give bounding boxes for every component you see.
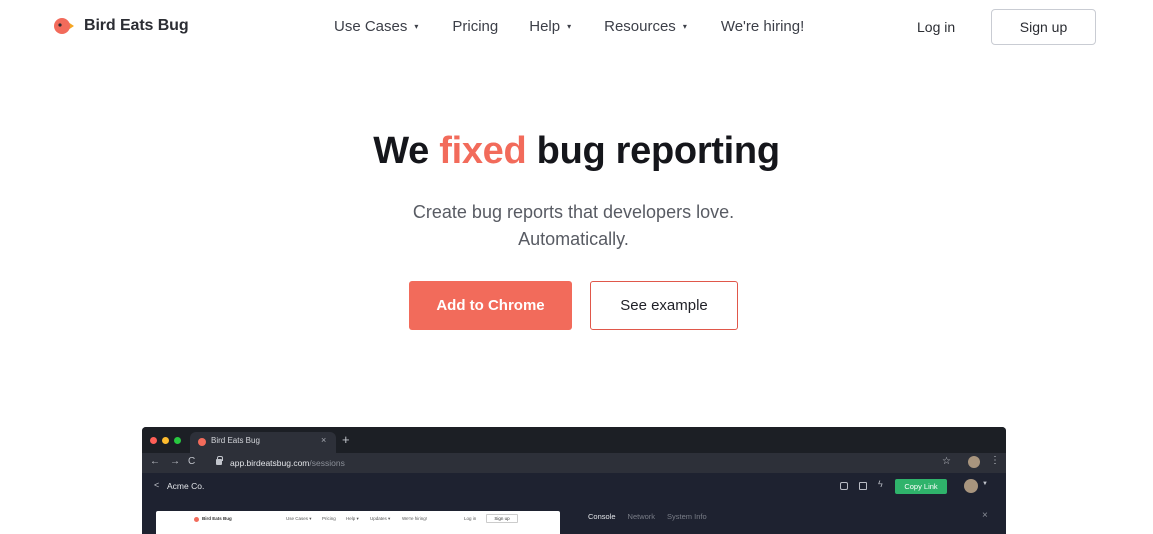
mock-url-host: app.birdeatsbug.com [230, 458, 310, 468]
product-screenshot-mockup: Bird Eats Bug × + ← → C app.birdeatsbug.… [142, 427, 1006, 534]
mock-app-content: Bird Eats Bug Use Cases ▾ Pricing Help ▾… [142, 500, 1006, 534]
hero-title-end: bug reporting [526, 130, 780, 172]
mock-address-bar: ← → C app.birdeatsbug.com/sessions ☆ ⋮ [142, 453, 1006, 473]
mock-page-preview: Bird Eats Bug Use Cases ▾ Pricing Help ▾… [156, 511, 560, 534]
mock-org-name: Acme Co. [167, 481, 205, 491]
back-arrow-icon: ← [150, 456, 160, 467]
nav-item-label: Resources [604, 18, 676, 35]
nav-item-use-cases[interactable]: Use Cases ▾ [334, 18, 418, 35]
nav-item-pricing[interactable]: Pricing [452, 18, 498, 35]
signup-button[interactable]: Sign up [991, 9, 1096, 45]
preview-menu-item: We're hiring! [402, 516, 428, 521]
close-icon: × [982, 510, 988, 521]
bird-logo-icon [52, 15, 74, 37]
more-menu-icon: ⋮ [990, 455, 1000, 466]
window-close-dot-icon [150, 437, 157, 444]
bookmark-star-icon: ☆ [942, 456, 951, 467]
devtools-tab-console: Console [588, 512, 616, 521]
mock-url: app.birdeatsbug.com/sessions [230, 458, 345, 468]
mock-browser-tabbar: Bird Eats Bug × + [142, 427, 1006, 453]
forward-arrow-icon: → [170, 456, 180, 467]
tab-close-icon: × [321, 435, 327, 445]
caret-down-icon: ▾ [414, 22, 419, 31]
nav-item-hiring[interactable]: We're hiring! [721, 18, 804, 35]
hero-subtitle-line: Automatically. [518, 229, 629, 249]
hero-title-accent: fixed [439, 130, 527, 172]
devtools-tab-network: Network [627, 512, 656, 521]
nav-item-label: Pricing [452, 18, 499, 35]
user-avatar-icon [964, 479, 978, 493]
lock-icon [216, 456, 223, 465]
mock-app-header: < Acme Co. ϟ Copy Link ▼ [142, 473, 1006, 500]
preview-menu-item: Help ▾ [346, 516, 359, 521]
trash-icon [840, 482, 848, 490]
devtools-tab-system-info: System Info [667, 512, 707, 521]
preview-menu-item: Updates ▾ [370, 516, 391, 521]
mock-url-path: /sessions [309, 458, 345, 468]
caret-down-icon: ▾ [567, 22, 572, 31]
brand-name: Bird Eats Bug [84, 17, 189, 34]
main-menu: Use Cases ▾ Pricing Help ▾ Resources ▾ W… [334, 18, 804, 35]
privacy-lock-icon [859, 482, 867, 490]
profile-avatar-icon [968, 456, 980, 468]
nav-item-label: We're hiring! [720, 18, 805, 35]
new-tab-icon: + [342, 432, 350, 447]
add-to-chrome-button[interactable]: Add to Chrome [409, 281, 572, 330]
hero-subtitle-line: Create bug reports that developers love. [412, 202, 735, 222]
window-minimize-dot-icon [162, 437, 169, 444]
preview-brand: Bird Eats Bug [202, 516, 232, 521]
mock-devtools-tabs: Console Network System Info [588, 512, 707, 521]
preview-logo-icon [194, 517, 199, 522]
favicon-icon [198, 438, 206, 446]
see-example-button[interactable]: See example [590, 281, 738, 330]
preview-menu-item: Use Cases ▾ [286, 516, 312, 521]
brand-logo[interactable]: Bird Eats Bug [52, 15, 189, 37]
preview-login: Log in [464, 516, 477, 521]
nav-item-label: Help [529, 18, 561, 35]
hero-title-start: We [373, 130, 440, 172]
nav-item-label: Use Cases [334, 18, 408, 35]
window-maximize-dot-icon [174, 437, 181, 444]
login-link[interactable]: Log in [917, 19, 955, 35]
preview-signup: Sign up [486, 514, 518, 523]
hero-subtitle: Create bug reports that developers love.… [0, 199, 1147, 253]
bolt-icon: ϟ [878, 479, 883, 489]
mock-browser-tab: Bird Eats Bug × [190, 432, 336, 453]
mock-copy-link-button: Copy Link [895, 479, 947, 494]
top-navigation: Bird Eats Bug Use Cases ▾ Pricing Help ▾… [0, 0, 1153, 54]
caret-down-icon: ▼ [982, 481, 988, 487]
chevron-left-icon: < [154, 480, 160, 490]
reload-icon: C [188, 456, 196, 467]
nav-item-resources[interactable]: Resources ▾ [604, 18, 687, 35]
caret-down-icon: ▾ [682, 22, 687, 31]
hero-title: We fixed bug reporting [0, 130, 1153, 173]
nav-item-help[interactable]: Help ▾ [529, 18, 571, 35]
mock-tab-title: Bird Eats Bug [211, 436, 260, 445]
preview-menu-item: Pricing [322, 516, 336, 521]
